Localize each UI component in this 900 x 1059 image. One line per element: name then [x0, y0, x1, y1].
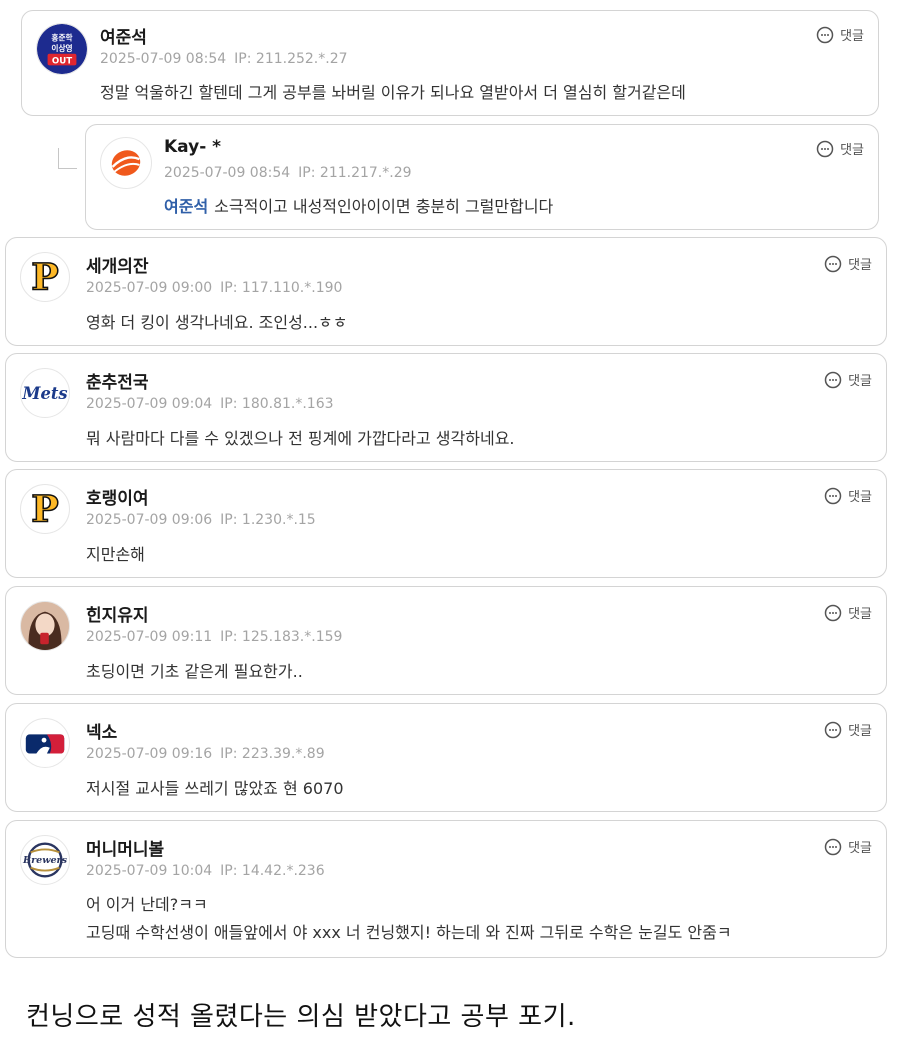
comment-nickname[interactable]: 여준석: [100, 23, 147, 48]
comment-text: 지만손해: [86, 545, 145, 564]
comment-date: 2025-07-09 10:04: [86, 863, 213, 879]
comment-ip: IP: 1.230.*.15: [220, 512, 316, 528]
comment-meta: 2025-07-09 09:00 IP: 117.110.*.190: [86, 280, 342, 296]
reply-label: 댓글: [840, 143, 864, 158]
comment-nickname[interactable]: Kay- *: [164, 137, 221, 157]
reply-label: 댓글: [848, 724, 872, 739]
comment-ip: IP: 211.252.*.27: [234, 51, 348, 67]
pirates-logo-avatar[interactable]: P: [20, 252, 70, 302]
comment-text: 정말 억울하긴 할텐데 그게 공부를 놔버릴 이유가 되나요 열받아서 더 열심…: [100, 83, 686, 102]
reply-button[interactable]: 댓글: [824, 486, 872, 505]
badge-line-1: 홍준학: [51, 32, 72, 42]
mets-wordmark: Mets: [21, 384, 67, 403]
reply-label: 댓글: [840, 29, 864, 44]
comment-nickname[interactable]: 세개의잔: [86, 252, 149, 277]
comment-card: P 세개의잔 2025-07-09 09:00 IP: 117.110.*.190…: [5, 237, 887, 346]
reply-button[interactable]: 댓글: [816, 25, 864, 44]
comment-ip: IP: 117.110.*.190: [220, 280, 343, 296]
comment-card: P 호랭이여 2025-07-09 09:06 IP: 1.230.*.15 지만…: [5, 469, 887, 578]
reply-label: 댓글: [848, 490, 872, 505]
comment-card: 힌지유지 2025-07-09 09:11 IP: 125.183.*.159 초…: [5, 586, 887, 695]
reply-label: 댓글: [848, 258, 872, 273]
reply-label: 댓글: [848, 607, 872, 622]
comment-ip: IP: 223.39.*.89: [220, 746, 325, 762]
pirates-logo-avatar[interactable]: P: [20, 484, 70, 534]
comment-date: 2025-07-09 09:16: [86, 746, 213, 762]
mets-logo-avatar[interactable]: Mets: [20, 368, 70, 418]
comment-nickname[interactable]: 힌지유지: [86, 601, 149, 626]
post-caption: 컨닝으로 성적 올렸다는 의심 받았다고 공부 포기.: [26, 1002, 576, 1032]
reply-connector: [58, 148, 77, 169]
comment-text: 어 이거 난데?ㅋㅋ: [86, 895, 208, 914]
comment-date: 2025-07-09 08:54: [100, 51, 227, 67]
brewers-logo-avatar[interactable]: Brewers: [20, 835, 70, 885]
comment-card: 넥소 2025-07-09 09:16 IP: 223.39.*.89 저시절 교…: [5, 703, 887, 812]
comment-date: 2025-07-09 09:00: [86, 280, 213, 296]
comment-meta: 2025-07-09 09:16 IP: 223.39.*.89: [86, 746, 325, 762]
comment-nickname[interactable]: 춘추전국: [86, 368, 149, 393]
comment-text: 초딩이면 기초 같은게 필요한가..: [86, 662, 303, 681]
comment-card: 홍준학 이상영 OUT 여준석 2025-07-09 08:54 IP: 211.…: [21, 10, 879, 116]
comment-date: 2025-07-09 09:06: [86, 512, 213, 528]
comment-date: 2025-07-09 09:04: [86, 396, 213, 412]
comment-card: Brewers 머니머니볼 2025-07-09 10:04 IP: 14.42.…: [5, 820, 887, 958]
pirates-p-glyph: P: [31, 255, 58, 298]
comment-meta: 2025-07-09 09:11 IP: 125.183.*.159: [86, 629, 342, 645]
speech-bubble-icon: [824, 255, 842, 272]
speech-bubble-icon: [824, 838, 842, 855]
reply-button[interactable]: 댓글: [824, 720, 872, 739]
orange-logo-avatar[interactable]: [100, 137, 152, 189]
comment-meta: 2025-07-09 09:04 IP: 180.81.*.163: [86, 396, 334, 412]
comment-text: 영화 더 킹이 생각나네요. 조인성...ㅎㅎ: [86, 313, 348, 332]
reply-button[interactable]: 댓글: [816, 139, 864, 158]
speech-bubble-icon: [824, 721, 842, 738]
comment-meta: 2025-07-09 08:54 IP: 211.217.*.29: [164, 165, 412, 181]
comment-nickname[interactable]: 머니머니볼: [86, 835, 164, 860]
reply-card: Kay- * 2025-07-09 08:54 IP: 211.217.*.29 …: [85, 124, 879, 230]
comment-ip: IP: 180.81.*.163: [220, 396, 334, 412]
speech-bubble-icon: [816, 140, 834, 157]
comment-text: 뭐 사람마다 다를 수 있겠으나 전 핑계에 가깝다라고 생각하네요.: [86, 429, 515, 448]
comment-meta: 2025-07-09 10:04 IP: 14.42.*.236: [86, 863, 325, 879]
comment-text-line-2: 고딩때 수학선생이 애들앞에서 야 xxx 너 컨닝했지! 하는데 와 진짜 그…: [86, 923, 732, 942]
speech-bubble-icon: [824, 371, 842, 388]
speech-bubble-icon: [824, 487, 842, 504]
comment-ip: IP: 125.183.*.159: [220, 629, 343, 645]
reply-button[interactable]: 댓글: [824, 370, 872, 389]
badge-line-2: 이상영: [51, 43, 72, 53]
speech-bubble-icon: [816, 26, 834, 43]
comment-date: 2025-07-09 09:11: [86, 629, 213, 645]
reply-text: 소극적이고 내성적인아이이면 충분히 그럴만합니다: [214, 197, 554, 216]
reply-label: 댓글: [848, 841, 872, 856]
portrait-avatar[interactable]: [20, 601, 70, 651]
comment-card: Mets 춘추전국 2025-07-09 09:04 IP: 180.81.*.1…: [5, 353, 887, 462]
reply-button[interactable]: 댓글: [824, 603, 872, 622]
reply-label: 댓글: [848, 374, 872, 389]
reply-button[interactable]: 댓글: [824, 254, 872, 273]
badge-line-3: OUT: [52, 56, 72, 66]
mlb-logo-avatar[interactable]: [20, 718, 70, 768]
comment-meta: 2025-07-09 08:54 IP: 211.252.*.27: [100, 51, 348, 67]
comment-ip: IP: 14.42.*.236: [220, 863, 325, 879]
reply-button[interactable]: 댓글: [824, 837, 872, 856]
comment-text: 여준석 소극적이고 내성적인아이이면 충분히 그럴만합니다: [164, 193, 553, 217]
comment-text: 저시절 교사들 쓰레기 많았죠 현 6070: [86, 779, 344, 798]
badge-avatar[interactable]: 홍준학 이상영 OUT: [36, 23, 88, 75]
comment-nickname[interactable]: 호랭이여: [86, 484, 149, 509]
brewers-wordmark: Brewers: [22, 855, 68, 866]
comment-meta: 2025-07-09 09:06 IP: 1.230.*.15: [86, 512, 316, 528]
pirates-p-glyph: P: [31, 487, 58, 530]
speech-bubble-icon: [824, 604, 842, 621]
comment-nickname[interactable]: 넥소: [86, 718, 117, 743]
mention-link[interactable]: 여준석: [164, 197, 208, 216]
comment-ip: IP: 211.217.*.29: [298, 165, 412, 181]
comment-date: 2025-07-09 08:54: [164, 165, 291, 181]
